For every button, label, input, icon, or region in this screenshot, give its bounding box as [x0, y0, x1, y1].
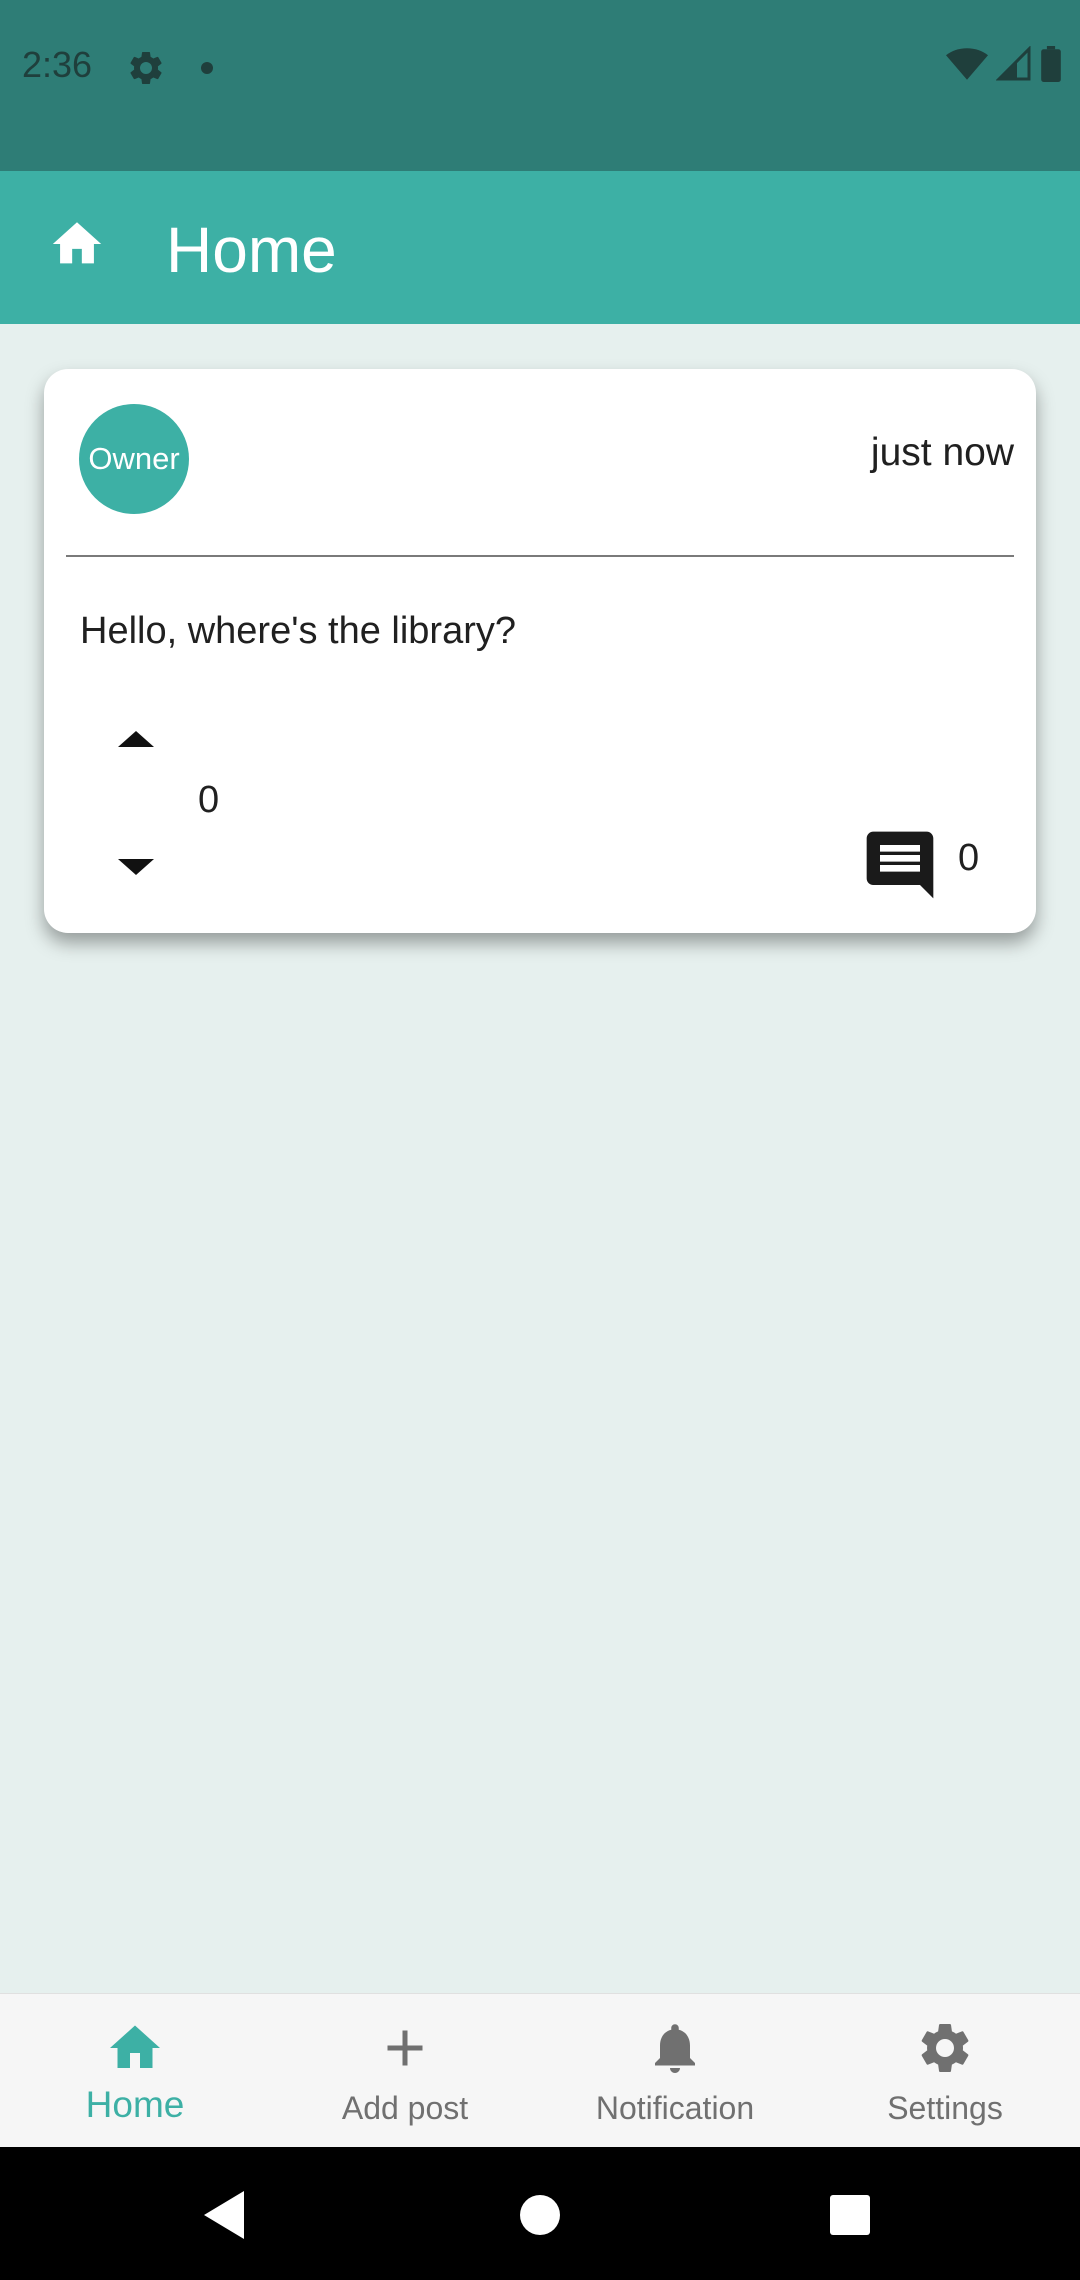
home-icon[interactable] [48, 215, 106, 273]
nav-settings-label: Settings [887, 2090, 1003, 2126]
comment-icon[interactable] [860, 825, 940, 905]
avatar[interactable]: Owner [79, 404, 189, 514]
upvote-arrow-icon[interactable] [110, 721, 162, 757]
page-title: Home [166, 214, 337, 286]
home-icon [110, 2025, 160, 2068]
nav-notification[interactable]: Notification [540, 1994, 810, 2148]
nav-home[interactable]: Home [0, 1994, 270, 2148]
post-card[interactable]: Owner just now Hello, where's the librar… [44, 369, 1036, 933]
vote-count: 0 [198, 779, 220, 821]
recents-icon[interactable] [818, 2183, 882, 2247]
app-bar: Home [0, 171, 1080, 324]
notification-dot [201, 62, 213, 74]
post-text: Hello, where's the library? [80, 610, 516, 652]
battery-icon [1041, 46, 1061, 82]
avatar-label: Owner [88, 441, 180, 476]
back-icon[interactable] [192, 2183, 256, 2247]
plus-icon [387, 2030, 423, 2066]
status-bar: 2:36 [0, 0, 1080, 171]
nav-add-post[interactable]: Add post [270, 1994, 540, 2148]
bottom-navigation: Home Add post Notification Settings [0, 1993, 1080, 2147]
post-timestamp: just now [870, 431, 1014, 474]
wifi-icon [946, 48, 988, 80]
status-time: 2:36 [22, 44, 93, 85]
status-icons [946, 46, 1062, 82]
settings-status-icon [130, 51, 162, 84]
gear-icon [921, 2023, 969, 2072]
divider [66, 555, 1014, 557]
system-navigation-bar [0, 2147, 1080, 2280]
downvote-arrow-icon[interactable] [110, 849, 162, 885]
signal-icon [996, 46, 1031, 81]
home-circle-icon[interactable] [508, 2183, 572, 2247]
nav-add-post-label: Add post [341, 2090, 469, 2126]
nav-home-label: Home [85, 2084, 185, 2125]
nav-settings[interactable]: Settings [810, 1994, 1080, 2148]
nav-notification-label: Notification [595, 2090, 755, 2126]
bell-icon [655, 2024, 695, 2073]
comment-count: 0 [958, 837, 980, 879]
